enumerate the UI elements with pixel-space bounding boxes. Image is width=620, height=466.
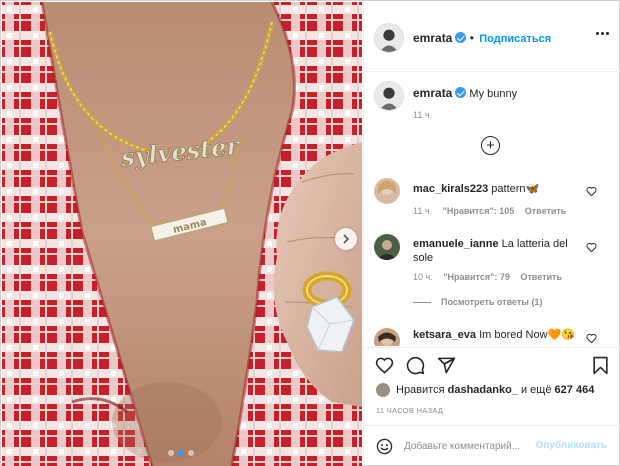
heart-icon[interactable] bbox=[375, 356, 394, 375]
comment-item: ketsara_eva Im bored Now🧡😘 bbox=[364, 324, 620, 346]
follow-button[interactable]: Подписаться bbox=[479, 33, 551, 45]
comment-likes[interactable]: "Нравится": 79 bbox=[443, 272, 510, 282]
likes-and: и ещё bbox=[520, 384, 552, 396]
comment-input[interactable] bbox=[404, 438, 529, 455]
publish-button[interactable]: Опубликовать bbox=[536, 440, 607, 451]
author-avatar-image bbox=[375, 24, 403, 52]
carousel-dot bbox=[178, 450, 184, 456]
chevron-right-icon bbox=[343, 234, 350, 244]
post-details-panel: emrata • Подписаться emrata My bunny 11 … bbox=[363, 2, 620, 466]
comment-text-continued: sole bbox=[413, 252, 434, 264]
verified-badge-icon bbox=[455, 32, 467, 43]
carousel-dot bbox=[168, 450, 174, 456]
carousel-indicator bbox=[168, 450, 194, 456]
avatar[interactable] bbox=[374, 23, 404, 53]
heart-icon[interactable] bbox=[586, 186, 597, 197]
comment-username[interactable]: ketsara_eva bbox=[413, 329, 476, 341]
comment-username[interactable]: emanuele_ianne bbox=[413, 238, 499, 250]
comment-time[interactable]: 11 ч. bbox=[413, 206, 432, 216]
comment-avatar[interactable] bbox=[374, 234, 400, 260]
liker-username[interactable]: dashadanko_ bbox=[448, 384, 518, 396]
author-avatar-image bbox=[375, 82, 403, 110]
likes-count[interactable]: 627 464 bbox=[555, 384, 595, 396]
paper-plane-icon[interactable] bbox=[437, 356, 456, 375]
comment-avatar[interactable] bbox=[374, 328, 400, 346]
carousel-dot bbox=[188, 450, 194, 456]
photo-illustration: sylvester mama bbox=[2, 2, 362, 466]
post-photo[interactable]: sylvester mama bbox=[2, 2, 362, 466]
plus-circle-icon: + bbox=[486, 136, 495, 154]
bookmark-icon[interactable] bbox=[592, 356, 609, 375]
heart-icon[interactable] bbox=[586, 242, 597, 253]
comment-text: Im bored Now🧡😘 bbox=[479, 329, 575, 341]
caption-username[interactable]: emrata bbox=[413, 86, 452, 100]
comment-username[interactable]: mac_kirals223 bbox=[413, 183, 488, 195]
comment-time[interactable]: 10 ч. bbox=[413, 272, 433, 282]
caption-avatar[interactable] bbox=[374, 81, 404, 111]
caption-text: My bunny bbox=[469, 88, 518, 100]
commenter-avatar-image bbox=[374, 328, 400, 346]
likes-prefix: Нравится bbox=[396, 384, 445, 396]
reply-button[interactable]: Ответить bbox=[520, 272, 562, 282]
author-username[interactable]: emrata bbox=[413, 31, 452, 45]
view-replies-button[interactable]: Посмотреть ответы (1) bbox=[413, 297, 542, 307]
comment-text: La latteria del bbox=[501, 238, 568, 250]
more-options-icon[interactable] bbox=[596, 32, 609, 35]
carousel-next-button[interactable] bbox=[335, 228, 357, 250]
comment-avatar[interactable] bbox=[374, 178, 400, 204]
instagram-post-modal: sylvester mama emrata • Подписаться emra… bbox=[0, 0, 620, 466]
header-separator: • bbox=[469, 31, 478, 45]
heart-icon[interactable] bbox=[586, 333, 597, 344]
comment-likes[interactable]: "Нравится": 105 bbox=[443, 206, 515, 216]
commenter-avatar-image bbox=[374, 178, 400, 204]
verified-badge-icon bbox=[455, 87, 467, 98]
liker-avatar[interactable] bbox=[376, 383, 390, 397]
likes-summary: Нравится dashadanko_ и ещё 627 464 bbox=[376, 383, 594, 397]
smiley-icon[interactable] bbox=[376, 438, 393, 455]
post-time-ago[interactable]: 11 ЧАСОВ НАЗАД bbox=[376, 406, 443, 415]
post-actions-bar bbox=[364, 347, 620, 377]
commenter-avatar-image bbox=[374, 234, 400, 260]
load-more-comments-button[interactable]: + bbox=[481, 136, 500, 155]
comment-composer: Опубликовать bbox=[364, 425, 620, 466]
post-header: emrata • Подписаться bbox=[364, 2, 620, 72]
caption-time[interactable]: 11 ч. bbox=[413, 110, 432, 120]
comment-bubble-icon[interactable] bbox=[406, 356, 425, 375]
reply-button[interactable]: Ответить bbox=[525, 206, 567, 216]
comment-text: pattern🦋 bbox=[491, 183, 540, 195]
